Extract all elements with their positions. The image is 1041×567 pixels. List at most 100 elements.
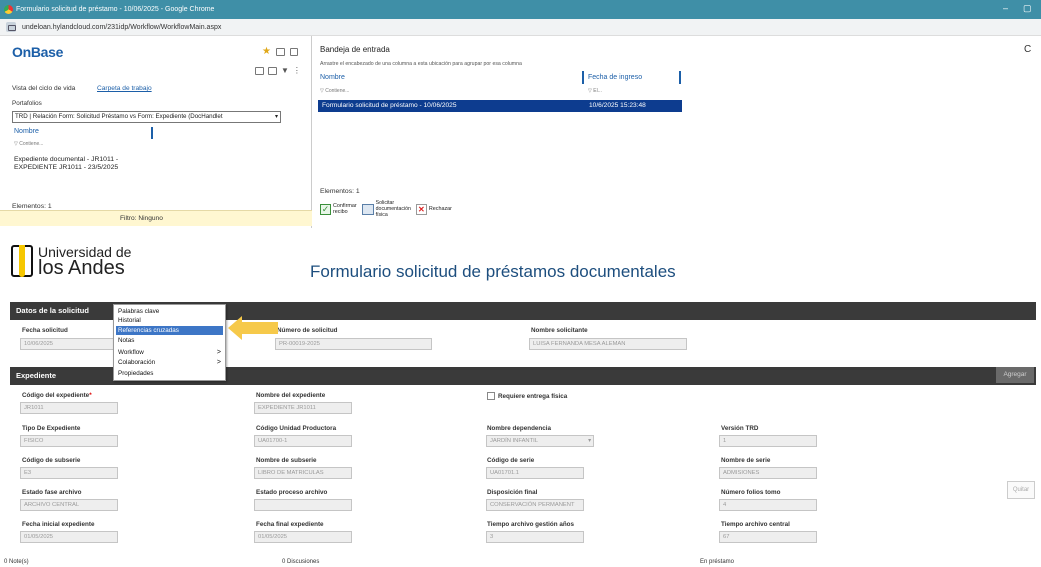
- document-request-icon: [361, 203, 374, 215]
- left-col-name[interactable]: Nombre: [14, 128, 39, 135]
- label-subseries-code: Código de subserie: [22, 457, 81, 464]
- label-start-date: Fecha inicial expediente: [22, 521, 95, 528]
- management-years-field[interactable]: 3: [486, 531, 584, 543]
- folio-count-field[interactable]: 4: [719, 499, 817, 511]
- request-number-field[interactable]: PR-00019-2025: [275, 338, 432, 350]
- minimize-button[interactable]: –: [1003, 3, 1008, 13]
- file-code-field[interactable]: JR1011: [20, 402, 118, 414]
- series-code-field[interactable]: UA01701.1: [486, 467, 584, 479]
- request-physical-doc-button[interactable]: Solicitar documentación física: [361, 200, 411, 218]
- label-end-date: Fecha final expediente: [256, 521, 324, 528]
- tab-workfolder[interactable]: Carpeta de trabajo: [97, 85, 152, 92]
- tab-lifecycle[interactable]: Vista del ciclo de vida: [12, 85, 75, 92]
- final-disposition-field[interactable]: CONSERVACIÓN PERMANENT: [486, 499, 584, 511]
- menu-item-cross-references[interactable]: Referencias cruzadas: [116, 326, 223, 335]
- window-title: Formulario solicitud de préstamo - 10/06…: [16, 6, 215, 13]
- inbox-col-name[interactable]: Nombre: [320, 74, 345, 81]
- menu-item-keywords[interactable]: Palabras clave: [116, 307, 223, 316]
- series-name-field[interactable]: ADMISIONES: [719, 467, 817, 479]
- university-name-line2: los Andes: [38, 257, 125, 279]
- checkbox-box[interactable]: [487, 392, 495, 400]
- loan-status: En préstamo: [700, 559, 735, 565]
- label-series-name: Nombre de serie: [721, 457, 771, 464]
- inbox-col-date[interactable]: Fecha de ingreso: [588, 74, 642, 81]
- menu-item-collaboration[interactable]: Colaboración >: [116, 358, 223, 367]
- requester-name-field[interactable]: LUISA FERNANDA MESA ALEMAN: [529, 338, 687, 350]
- required-mark: *: [89, 392, 92, 399]
- left-subtoolbar: ▼ ⋮: [255, 66, 301, 75]
- columns-icon[interactable]: [255, 66, 264, 75]
- refresh-icon[interactable]: C: [1024, 44, 1031, 55]
- label-file-type: Tipo De Expediente: [22, 425, 81, 432]
- archive-process-field[interactable]: [254, 499, 352, 511]
- list-view-icon[interactable]: [275, 47, 285, 56]
- central-archive-time-field[interactable]: 67: [719, 531, 817, 543]
- label-request-date: Fecha solicitud: [22, 327, 68, 334]
- favorite-star-icon[interactable]: ★: [262, 46, 271, 57]
- physical-delivery-checkbox[interactable]: Requiere entrega física: [487, 392, 567, 400]
- menu-item-history[interactable]: Historial: [116, 316, 223, 325]
- confirm-label-2: recibo: [333, 209, 348, 215]
- menu-item-workflow[interactable]: Workflow >: [116, 348, 223, 357]
- column-resize-handle[interactable]: [151, 127, 153, 139]
- submenu-arrow-icon: >: [216, 359, 221, 366]
- label-subseries-name: Nombre de subserie: [256, 457, 317, 464]
- menu-item-properties[interactable]: Propiedades: [116, 369, 223, 378]
- notes-count[interactable]: 0 Note(s): [4, 559, 29, 565]
- request-label-3: física: [375, 212, 388, 218]
- section-request-title: Datos de la solicitud: [16, 306, 89, 315]
- discussions-count[interactable]: 0 Discusiones: [282, 559, 319, 565]
- check-icon: ✓: [320, 203, 331, 215]
- column-resize-handle[interactable]: [582, 71, 584, 84]
- inbox-title: Bandeja de entrada: [320, 45, 390, 54]
- browser-titlebar: Formulario solicitud de préstamo - 10/06…: [0, 0, 1041, 19]
- filter-status-text: Filtro: Ninguno: [120, 215, 163, 222]
- dependency-select[interactable]: JARDÍN INFANTIL ▾: [486, 435, 594, 447]
- more-options-icon[interactable]: ⋮: [293, 66, 301, 75]
- portfolio-select[interactable]: TRD | Relación Form: Solicitud Préstamo …: [12, 111, 281, 123]
- reject-button[interactable]: ✕ Rechazar: [415, 203, 452, 215]
- url-text[interactable]: undeloan.hylandcloud.com/231idp/Workflow…: [22, 24, 221, 31]
- add-button[interactable]: Agregar: [996, 367, 1034, 383]
- left-list-item[interactable]: Expediente documental - JR1011 - EXPEDIE…: [14, 156, 118, 172]
- inbox-filter-name[interactable]: ▽ Contiene...: [320, 88, 349, 94]
- column-resize-handle[interactable]: [679, 71, 681, 84]
- label-archive-process: Estado proceso archivo: [256, 489, 328, 496]
- label-folio-count: Número folios tomo: [721, 489, 781, 496]
- inbox-action-bar: ✓ Confirmar recibo Solicitar documentaci…: [320, 200, 452, 218]
- label-series-code: Código de serie: [487, 457, 535, 464]
- dependency-value: JARDÍN INFANTIL: [490, 438, 538, 444]
- address-bar[interactable]: undeloan.hylandcloud.com/231idp/Workflow…: [0, 19, 1041, 36]
- request-date-field[interactable]: 10/06/2025: [20, 338, 117, 350]
- start-date-field[interactable]: 01/05/2025: [20, 531, 118, 543]
- subseries-code-field[interactable]: E3: [20, 467, 118, 479]
- remove-button[interactable]: Quitar: [1007, 481, 1035, 499]
- label-request-number: Número de solicitud: [277, 327, 338, 334]
- filter-icon[interactable]: ▼: [281, 66, 289, 75]
- label-management-years: Tiempo archivo gestión años: [487, 521, 575, 528]
- file-name-field[interactable]: EXPEDIENTE JR1011: [254, 402, 352, 414]
- collapse-panel-icon[interactable]: [289, 47, 298, 56]
- trd-version-field[interactable]: 1: [719, 435, 817, 447]
- section-file-title: Expediente: [16, 371, 57, 380]
- site-info-icon[interactable]: [6, 22, 16, 32]
- end-date-field[interactable]: 01/05/2025: [254, 531, 352, 543]
- label-archive-phase: Estado fase archivo: [22, 489, 82, 496]
- unit-code-field[interactable]: UA01700-1: [254, 435, 352, 447]
- menu-item-notes[interactable]: Notas: [116, 336, 223, 345]
- context-menu: Palabras clave Historial Referencias cru…: [113, 304, 226, 381]
- left-filter-contains[interactable]: ▽ Contiene...: [14, 141, 43, 147]
- confirm-receipt-button[interactable]: ✓ Confirmar recibo: [320, 203, 357, 215]
- left-filter-status-bar: Filtro: Ninguno: [0, 210, 312, 226]
- left-toolbar: ★: [262, 46, 298, 57]
- inbox-row[interactable]: Formulario solicitud de préstamo - 10/06…: [318, 100, 682, 112]
- inbox-filter-date[interactable]: ▽ El...: [588, 88, 602, 94]
- group-hint: Arrastre el encabezado de una columna a …: [320, 61, 522, 67]
- maximize-button[interactable]: ▢: [1023, 3, 1032, 14]
- left-item-line1: Expediente documental - JR1011 -: [14, 156, 119, 163]
- reject-x-icon: ✕: [415, 203, 427, 215]
- file-type-field[interactable]: FISICO: [20, 435, 118, 447]
- copy-icon[interactable]: [268, 66, 277, 75]
- archive-phase-field[interactable]: ARCHIVO CENTRAL: [20, 499, 118, 511]
- subseries-name-field[interactable]: LIBRO DE MATRICULAS: [254, 467, 352, 479]
